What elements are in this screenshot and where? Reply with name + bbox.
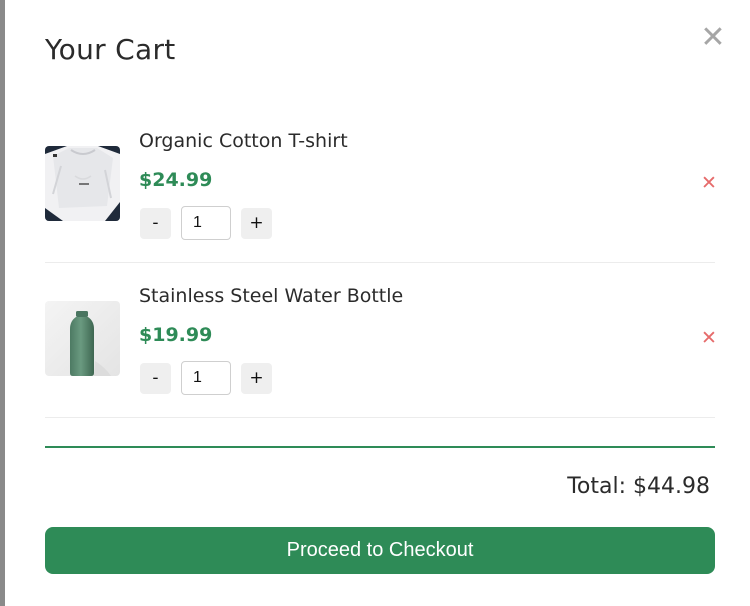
water-bottle-image bbox=[45, 301, 120, 376]
remove-icon[interactable]: ✕ bbox=[697, 326, 721, 350]
cart-item: Stainless Steel Water Bottle $19.99 - + … bbox=[45, 262, 717, 418]
item-price: $19.99 bbox=[139, 324, 213, 346]
item-name: Organic Cotton T-shirt bbox=[139, 130, 348, 152]
cart-item: Organic Cotton T-shirt $24.99 - + ✕ bbox=[45, 107, 717, 263]
checkout-button[interactable]: Proceed to Checkout bbox=[45, 527, 715, 574]
tshirt-image bbox=[45, 146, 120, 221]
close-icon[interactable]: ✕ bbox=[698, 20, 728, 56]
decrease-quantity-button[interactable]: - bbox=[140, 363, 171, 394]
remove-icon[interactable]: ✕ bbox=[697, 171, 721, 195]
cart-total: Total: $44.98 bbox=[567, 474, 710, 499]
decrease-quantity-button[interactable]: - bbox=[140, 208, 171, 239]
cart-title: Your Cart bbox=[45, 33, 176, 66]
item-name: Stainless Steel Water Bottle bbox=[139, 285, 404, 307]
cart-modal: Your Cart ✕ Organic Cotton T-shirt $24.9… bbox=[5, 0, 750, 606]
quantity-input[interactable] bbox=[181, 206, 231, 240]
increase-quantity-button[interactable]: + bbox=[241, 208, 272, 239]
item-price: $24.99 bbox=[139, 169, 213, 191]
quantity-input[interactable] bbox=[181, 361, 231, 395]
total-divider bbox=[45, 446, 715, 448]
increase-quantity-button[interactable]: + bbox=[241, 363, 272, 394]
